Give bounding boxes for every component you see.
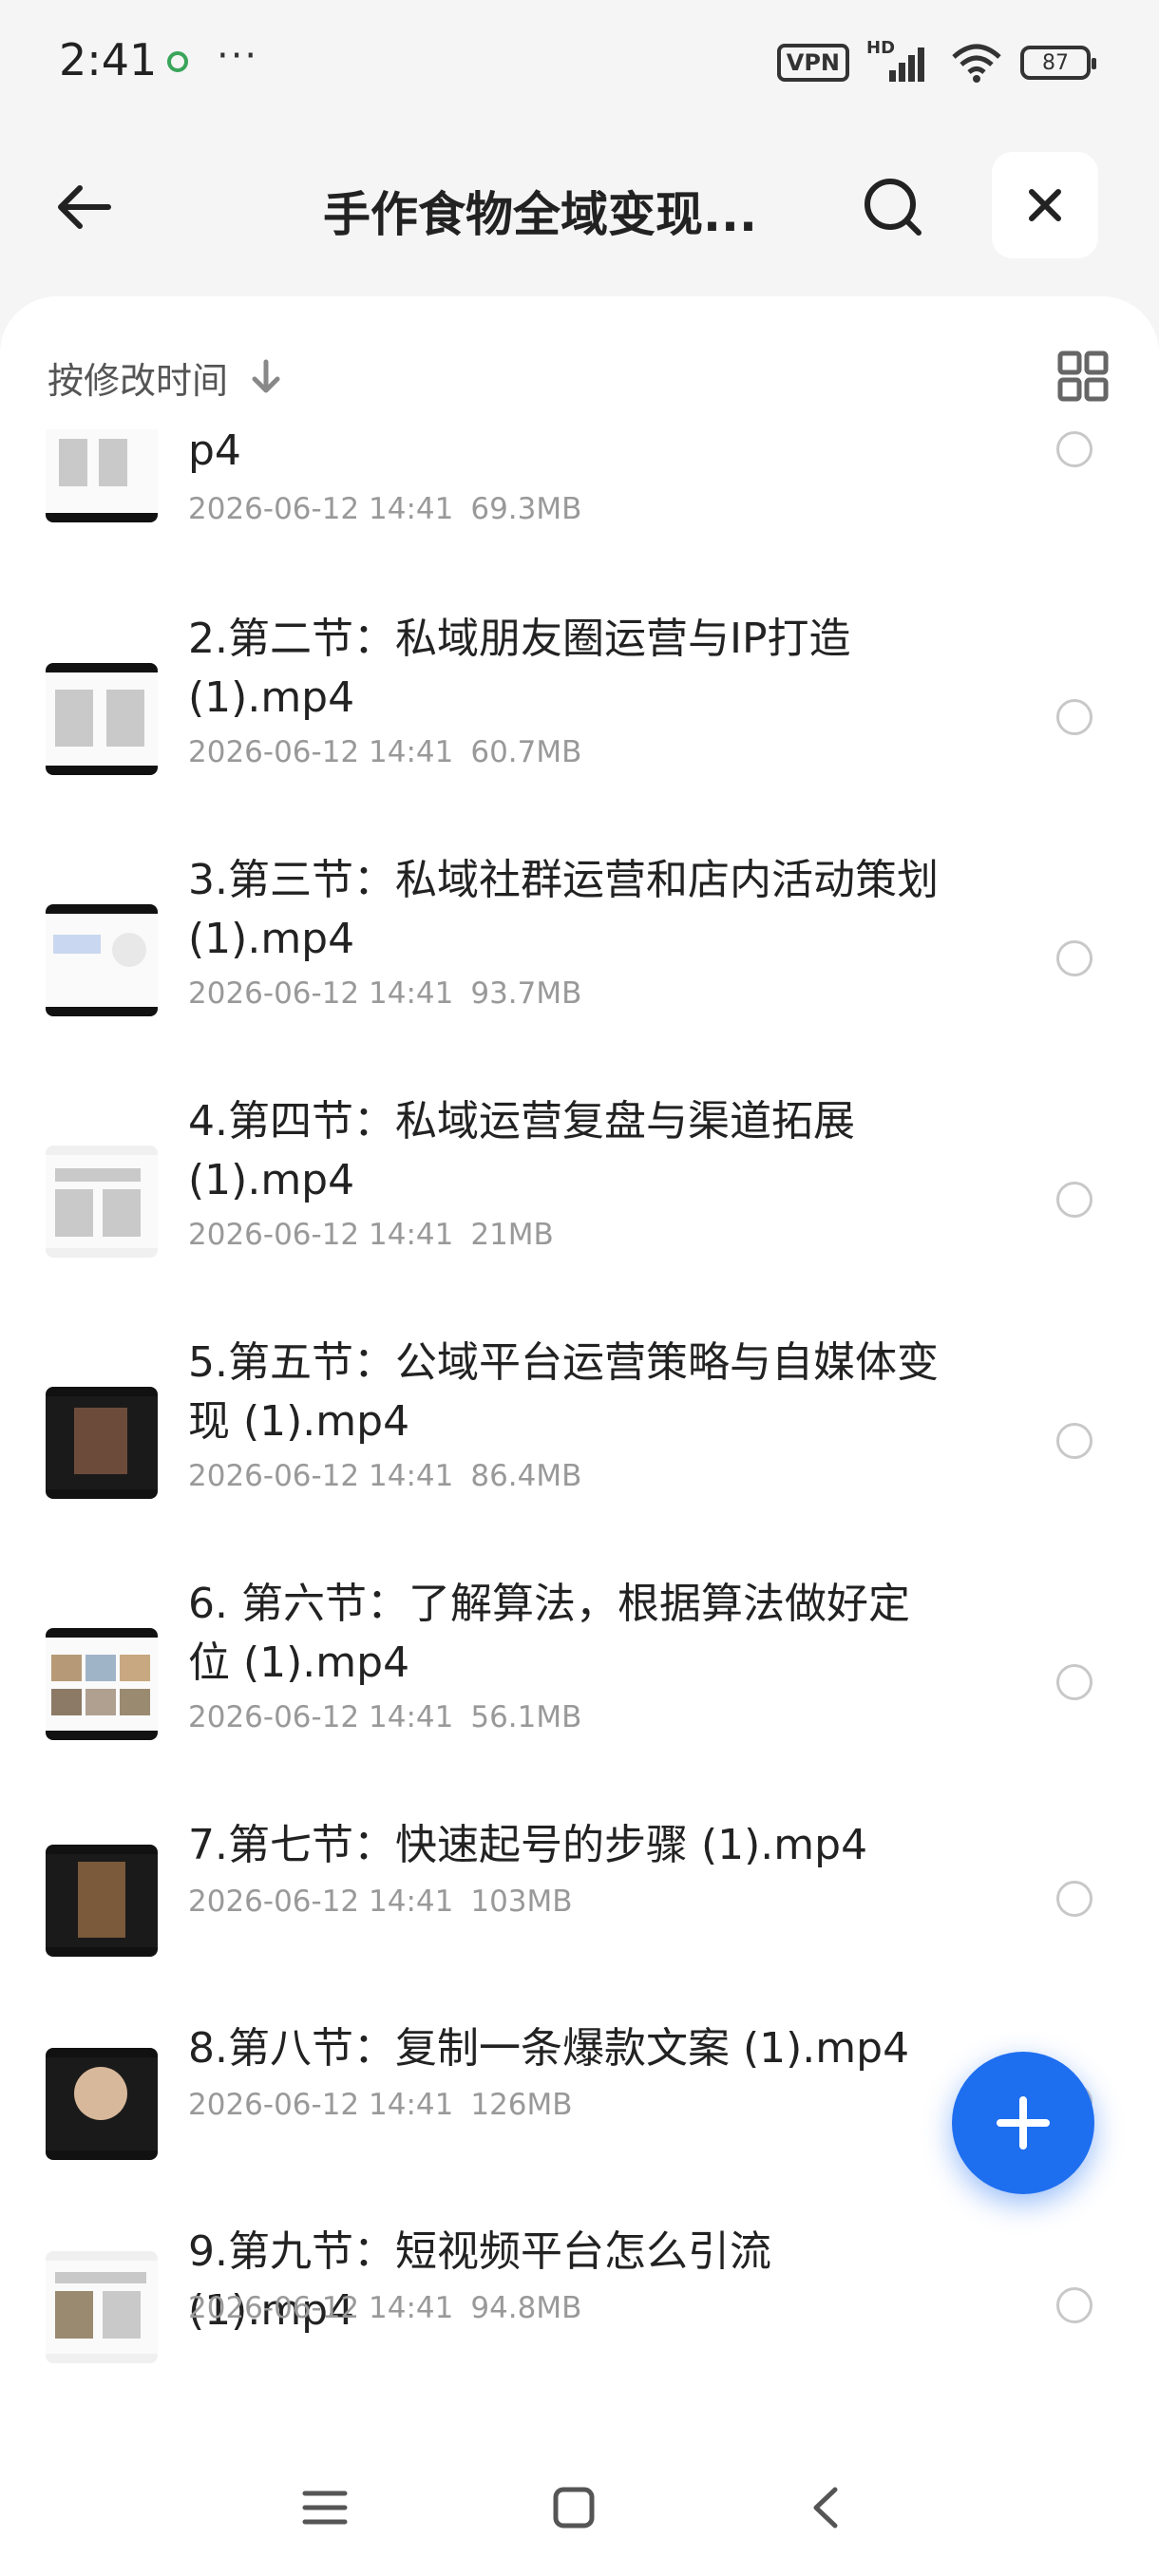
add-button[interactable] <box>952 2052 1094 2194</box>
status-more-icon: ··· <box>217 34 259 78</box>
select-radio[interactable] <box>1056 699 1092 735</box>
menu-button[interactable] <box>287 2470 363 2546</box>
status-bar: 2:41 ··· VPN HD 87 <box>0 0 1159 123</box>
file-date: 2026-06-12 14:41 <box>188 1459 454 1493</box>
video-thumbnail <box>46 429 158 522</box>
vpn-badge: VPN <box>776 44 849 82</box>
file-date: 2026-06-12 14:41 <box>188 2291 454 2325</box>
select-radio[interactable] <box>1056 1664 1092 1700</box>
video-thumbnail <box>46 2251 158 2363</box>
signal-icon: HD <box>866 38 933 84</box>
video-thumbnail <box>46 2048 158 2160</box>
file-item[interactable]: 5.第五节：公域平台运营策略与自媒体变现 (1).mp4 2026-06-12 … <box>0 1334 1159 1552</box>
close-button[interactable] <box>992 152 1098 258</box>
file-name: 3.第三节：私域社群运营和店内活动策划 (1).mp4 <box>188 856 939 963</box>
file-date: 2026-06-12 14:41 <box>188 2088 454 2122</box>
file-meta: 2026-06-12 14:41 93.7MB <box>188 976 581 1011</box>
file-list-card: 按修改时间 p4 2026-06-12 14:41 69.3MB 2.第二节：私… <box>0 296 1159 2576</box>
home-square-icon <box>553 2487 595 2529</box>
search-icon <box>864 179 922 236</box>
select-radio[interactable] <box>1056 1881 1092 1917</box>
header: 手作食物全域变现... <box>0 142 1159 266</box>
notification-dot-icon <box>167 51 188 72</box>
back-button[interactable] <box>46 169 122 245</box>
file-item[interactable]: 3.第三节：私域社群运营和店内活动策划 (1).mp4 2026-06-12 1… <box>0 851 1159 1070</box>
close-icon <box>1029 189 1061 221</box>
file-item[interactable]: 9.第九节：短视频平台怎么引流 (1).mp4 2026-06-12 14:41… <box>0 2223 1159 2413</box>
file-item[interactable]: p4 2026-06-12 14:41 69.3MB <box>0 429 1159 581</box>
back-chevron-icon <box>813 2487 838 2529</box>
file-date: 2026-06-12 14:41 <box>188 1700 454 1734</box>
file-size: 103MB <box>470 1885 573 1919</box>
select-radio[interactable] <box>1056 431 1092 467</box>
file-name: 2.第二节：私域朋友圈运营与IP打造 (1).mp4 <box>188 615 851 722</box>
file-item[interactable]: 6. 第六节：了解算法，根据算法做好定位 (1).mp4 2026-06-12 … <box>0 1575 1159 1793</box>
file-date: 2026-06-12 14:41 <box>188 976 454 1011</box>
select-radio[interactable] <box>1056 1182 1092 1218</box>
file-meta: 2026-06-12 14:41 69.3MB <box>188 492 581 526</box>
system-navbar <box>0 2441 1159 2565</box>
file-size: 21MB <box>470 1218 554 1252</box>
back-nav-button[interactable] <box>788 2470 864 2546</box>
file-name: p4 <box>188 429 241 475</box>
sort-button[interactable]: 按修改时间 <box>48 344 285 410</box>
file-size: 93.7MB <box>470 976 582 1011</box>
file-date: 2026-06-12 14:41 <box>188 735 454 769</box>
video-thumbnail <box>46 663 158 775</box>
file-meta: 2026-06-12 14:41 60.7MB <box>188 735 581 769</box>
file-name: 5.第五节：公域平台运营策略与自媒体变现 (1).mp4 <box>188 1338 939 1446</box>
video-thumbnail <box>46 1845 158 1957</box>
file-meta: 2026-06-12 14:41 56.1MB <box>188 1700 581 1734</box>
file-name: 8.第八节：复制一条爆款文案 (1).mp4 <box>188 2024 910 2073</box>
status-time: 2:41 <box>59 34 158 85</box>
status-indicators: VPN HD 87 <box>776 38 1096 85</box>
select-radio[interactable] <box>1056 2287 1092 2323</box>
file-item[interactable]: 7.第七节：快速起号的步骤 (1).mp4 2026-06-12 14:41 10… <box>0 1816 1159 2006</box>
file-date: 2026-06-12 14:41 <box>188 492 454 526</box>
search-button[interactable] <box>855 169 931 245</box>
plus-icon <box>997 2096 1050 2150</box>
wifi-icon <box>952 44 1001 83</box>
file-meta: 2026-06-12 14:41 94.8MB <box>188 2291 581 2325</box>
file-item[interactable]: 4.第四节：私域运营复盘与渠道拓展 (1).mp4 2026-06-12 14:… <box>0 1092 1159 1311</box>
file-size: 126MB <box>470 2088 573 2122</box>
file-size: 86.4MB <box>470 1459 582 1493</box>
battery-icon: 87 <box>1020 46 1096 80</box>
select-radio[interactable] <box>1056 940 1092 976</box>
file-date: 2026-06-12 14:41 <box>188 1218 454 1252</box>
file-meta: 2026-06-12 14:41 126MB <box>188 2088 573 2122</box>
file-size: 60.7MB <box>470 735 582 769</box>
file-size: 69.3MB <box>470 492 582 526</box>
page-title: 手作食物全域变现... <box>323 187 757 242</box>
video-thumbnail <box>46 1146 158 1258</box>
video-thumbnail <box>46 1628 158 1740</box>
file-meta: 2026-06-12 14:41 86.4MB <box>188 1459 581 1493</box>
file-meta: 2026-06-12 14:41 21MB <box>188 1218 554 1252</box>
file-name: 7.第七节：快速起号的步骤 (1).mp4 <box>188 1821 868 1869</box>
video-thumbnail <box>46 1387 158 1499</box>
video-thumbnail <box>46 904 158 1016</box>
file-name: 4.第四节：私域运营复盘与渠道拓展 (1).mp4 <box>188 1097 855 1204</box>
grid-view-icon[interactable] <box>1054 348 1112 405</box>
file-size: 56.1MB <box>470 1700 582 1734</box>
arrow-left-icon <box>58 185 111 229</box>
arrow-down-icon <box>252 359 280 393</box>
file-date: 2026-06-12 14:41 <box>188 1885 454 1919</box>
menu-icon <box>302 2491 348 2525</box>
file-meta: 2026-06-12 14:41 103MB <box>188 1885 573 1919</box>
file-name: 6. 第六节：了解算法，根据算法做好定位 (1).mp4 <box>188 1580 910 1687</box>
file-item[interactable]: 2.第二节：私域朋友圈运营与IP打造 (1).mp4 2026-06-12 14… <box>0 610 1159 828</box>
file-size: 94.8MB <box>470 2291 582 2325</box>
select-radio[interactable] <box>1056 1423 1092 1459</box>
battery-level: 87 <box>1042 50 1069 75</box>
sort-label: 按修改时间 <box>48 359 229 402</box>
home-button[interactable] <box>536 2470 612 2546</box>
